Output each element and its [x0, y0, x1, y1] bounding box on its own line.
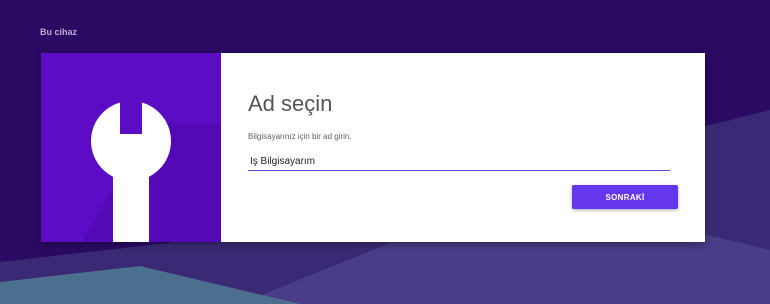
- wrench-icon: [81, 93, 221, 242]
- device-label: Bu cihaz: [40, 27, 78, 37]
- next-button[interactable]: SONRAKİ: [572, 185, 678, 209]
- setup-card: Ad seçin Bilgisayarınız için bir ad giri…: [41, 53, 705, 242]
- illustration-panel: [41, 53, 221, 242]
- pc-name-input[interactable]: [248, 152, 670, 171]
- form-panel: Ad seçin Bilgisayarınız için bir ad giri…: [221, 53, 705, 242]
- page-subtitle: Bilgisayarınız için bir ad girin.: [248, 132, 352, 141]
- page-title: Ad seçin: [248, 91, 333, 116]
